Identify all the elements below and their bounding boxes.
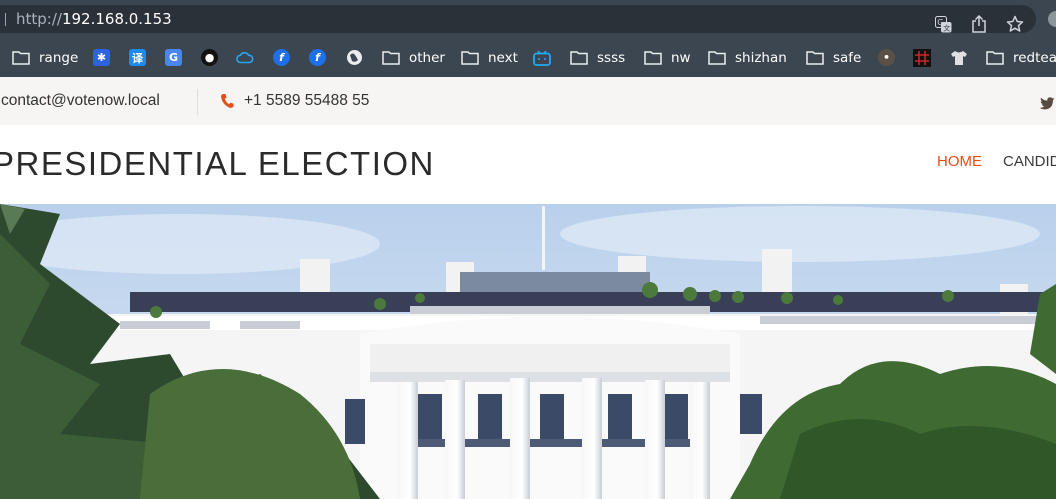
bookmark-label: redteam xyxy=(1013,49,1056,66)
twitter-icon[interactable] xyxy=(1039,95,1055,110)
bookmark-globe[interactable] xyxy=(345,38,363,77)
f-icon: f xyxy=(309,49,326,66)
contact-phone[interactable]: +1 5589 55488 55 xyxy=(244,92,369,110)
white-house-illustration xyxy=(0,204,1056,499)
bookmark-bird[interactable]: • xyxy=(878,38,895,77)
url-text[interactable]: http://192.168.0.153 xyxy=(16,11,172,27)
bookmark-bilibili[interactable] xyxy=(533,38,551,77)
cloud-icon xyxy=(236,49,254,67)
bookmark-safe[interactable]: safe xyxy=(806,38,861,77)
bookmark-redteam[interactable]: redteam xyxy=(986,38,1056,77)
site-title[interactable]: PRESIDENTIAL ELECTION xyxy=(0,145,435,183)
bookmark-label: other xyxy=(409,49,445,66)
text-cursor xyxy=(5,13,6,26)
contact-divider xyxy=(197,89,198,115)
bookmark-shizhan[interactable]: shizhan xyxy=(708,38,787,77)
bookmark-cloud[interactable] xyxy=(236,38,254,77)
contact-email[interactable]: contact@votenow.local xyxy=(1,92,160,110)
profile-avatar[interactable] xyxy=(1048,11,1056,27)
folder-icon xyxy=(806,49,824,67)
url-host: 192.168.0.153 xyxy=(61,10,172,28)
hero-image xyxy=(0,204,1056,499)
translate-icon: 译 xyxy=(129,49,146,66)
bookmark-f2[interactable]: f xyxy=(309,38,326,77)
site-header: PRESIDENTIAL ELECTION HOME CANDIDATES xyxy=(0,125,1056,204)
bookmark-label: next xyxy=(488,49,518,66)
bookmark-other[interactable]: other xyxy=(382,38,445,77)
bookmark-ssss[interactable]: ssss xyxy=(570,38,625,77)
bookmarks-bar: range ✱ 译 G ● f f other next ssss nw shi… xyxy=(0,38,1056,77)
bilibili-icon xyxy=(533,49,551,67)
bookmark-label: ssss xyxy=(597,49,626,66)
bird-icon: • xyxy=(878,49,895,66)
bookmark-label: nw xyxy=(671,49,691,66)
google-translate-icon: G xyxy=(165,49,182,66)
bookmark-next[interactable]: next xyxy=(461,38,518,77)
bookmark-nw[interactable]: nw xyxy=(644,38,691,77)
nav-home-link[interactable]: HOME xyxy=(937,153,982,170)
url-protocol: http:// xyxy=(16,10,62,28)
nav-candidates-link[interactable]: CANDIDATES xyxy=(1003,153,1056,170)
svg-text:文: 文 xyxy=(943,23,950,32)
address-bar[interactable]: http://192.168.0.153 G文 xyxy=(0,5,1036,33)
folder-icon xyxy=(12,49,30,67)
folder-icon xyxy=(382,49,400,67)
phone-icon xyxy=(220,93,234,109)
globe-icon xyxy=(345,49,363,67)
bookmark-shirt[interactable] xyxy=(950,38,968,77)
bookmark-label: shizhan xyxy=(735,49,787,66)
bookmark-translate[interactable]: 译 xyxy=(129,38,146,77)
bookmark-label: range xyxy=(39,49,79,66)
bookmark-range[interactable]: range xyxy=(12,38,78,77)
folder-icon xyxy=(986,49,1004,67)
bookmark-grid[interactable] xyxy=(913,38,931,77)
folder-icon xyxy=(461,49,479,67)
folder-icon xyxy=(708,49,726,67)
bookmark-github[interactable]: ● xyxy=(201,38,218,77)
star-icon[interactable] xyxy=(1006,15,1024,33)
baidu-icon: ✱ xyxy=(93,49,110,66)
folder-icon xyxy=(570,49,588,67)
bookmark-google-translate[interactable]: G xyxy=(165,38,182,77)
bookmark-label: safe xyxy=(833,49,862,66)
bookmark-baidu[interactable]: ✱ xyxy=(93,38,110,77)
grid-icon xyxy=(913,48,931,67)
translate-icon[interactable]: G文 xyxy=(934,15,952,33)
folder-icon xyxy=(644,49,662,67)
browser-toolbar: http://192.168.0.153 G文 xyxy=(0,0,1056,38)
share-icon[interactable] xyxy=(970,15,988,33)
f-icon: f xyxy=(273,49,290,66)
contact-bar: contact@votenow.local +1 5589 55488 55 xyxy=(0,77,1056,125)
shirt-icon xyxy=(950,49,968,67)
bookmark-f1[interactable]: f xyxy=(273,38,290,77)
github-icon: ● xyxy=(201,49,218,66)
